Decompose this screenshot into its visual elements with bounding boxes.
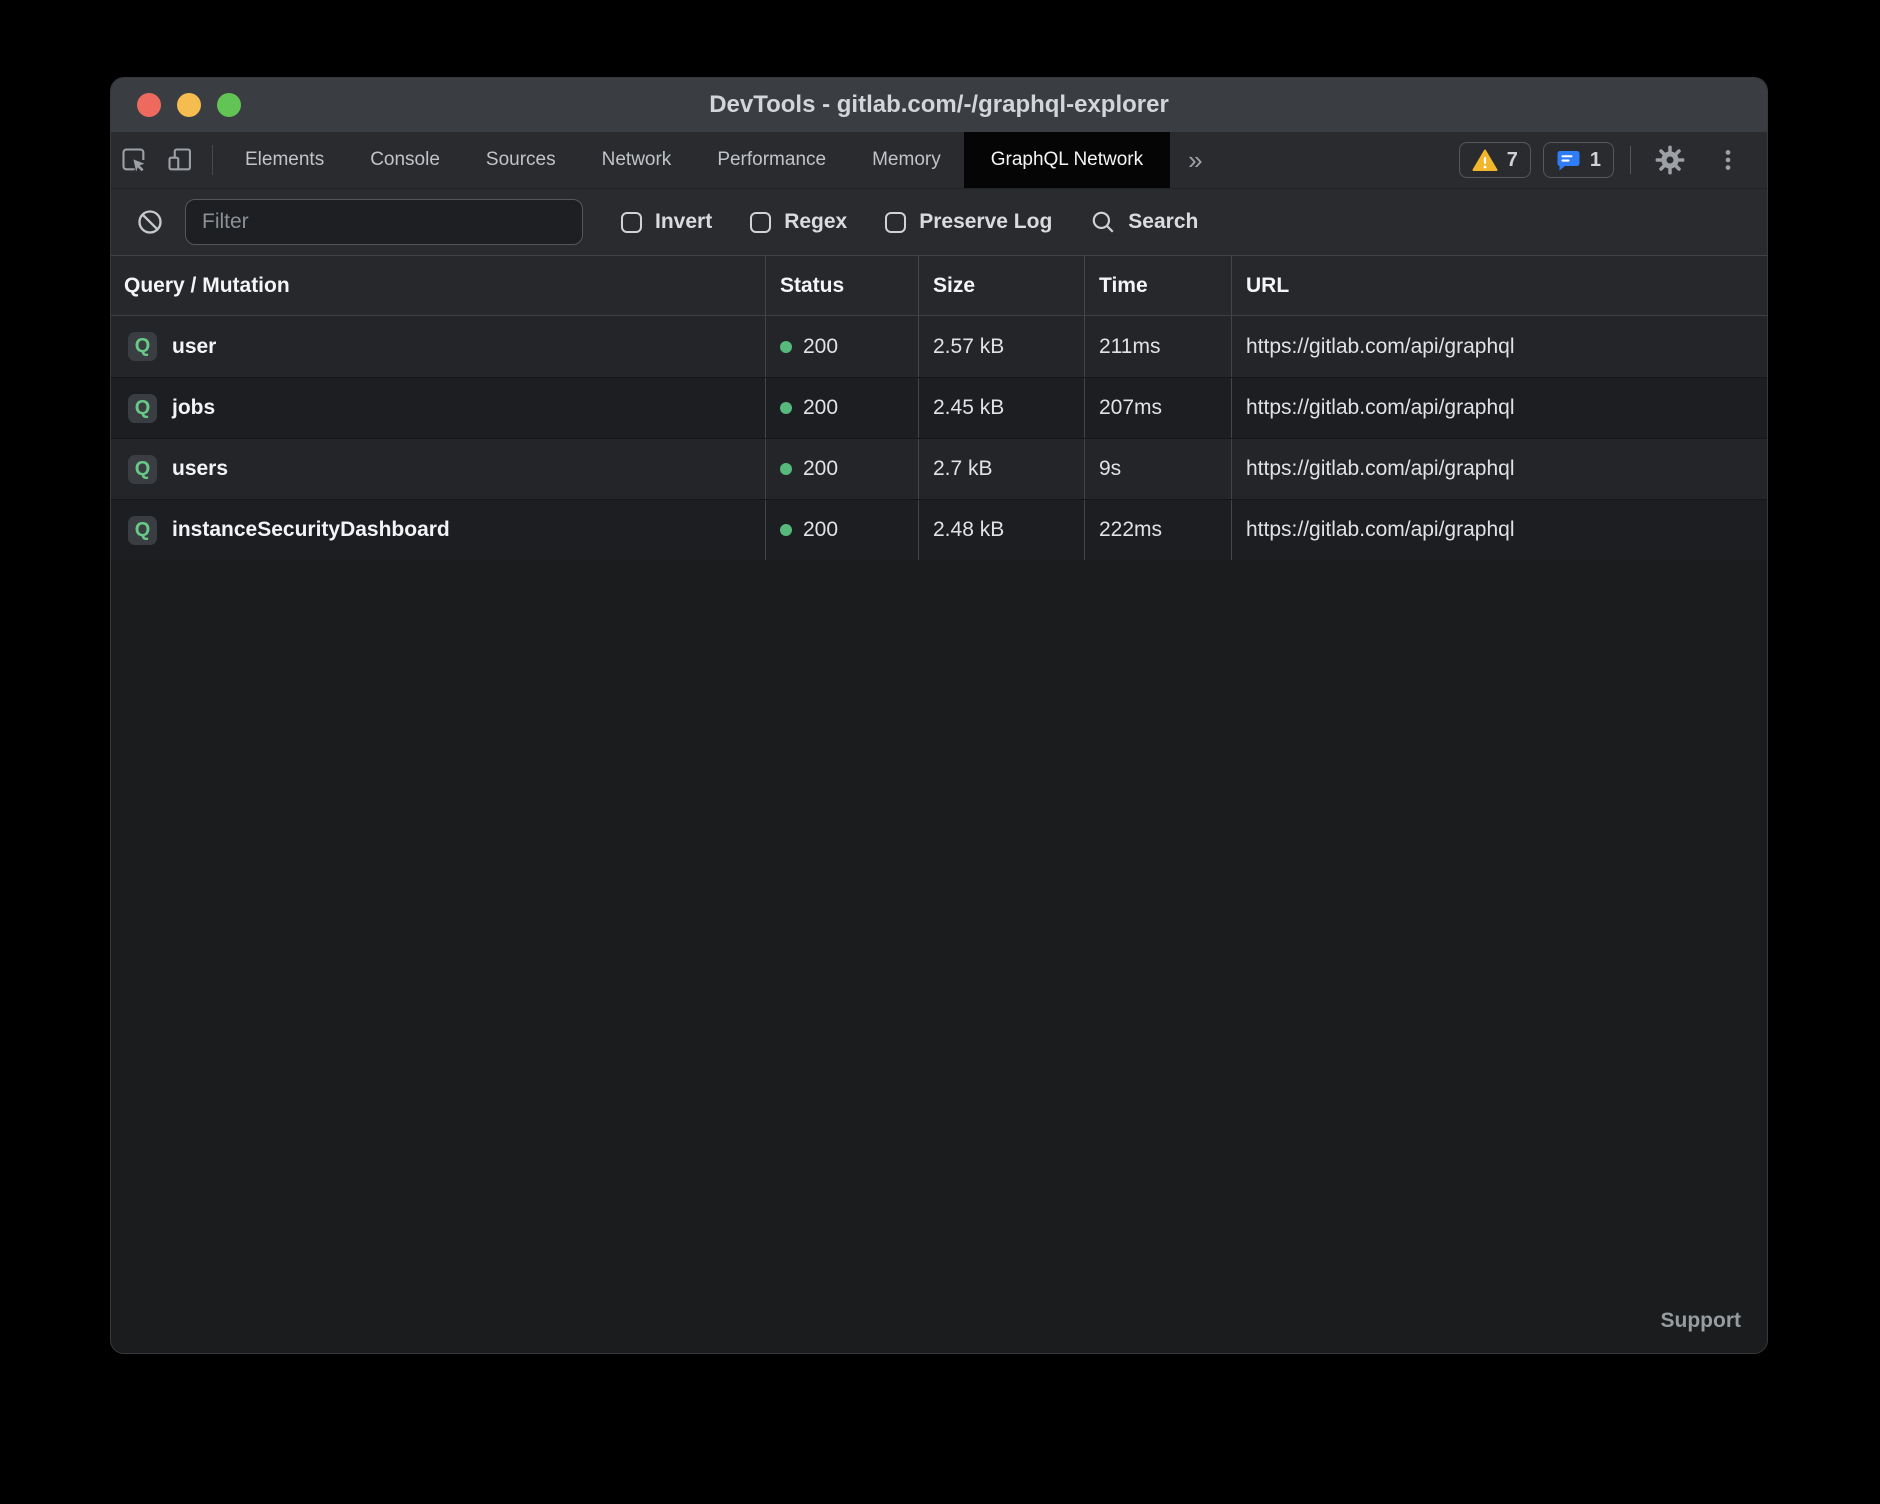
tabbar-separator (212, 145, 213, 175)
status-code: 200 (803, 335, 838, 359)
search-label: Search (1128, 210, 1198, 234)
chevron-double-right-icon: » (1188, 145, 1202, 176)
filter-input[interactable] (185, 199, 583, 245)
request-size: 2.7 kB (933, 457, 993, 481)
status-code: 200 (803, 457, 838, 481)
tabbar-right-controls: 7 1 (1459, 132, 1767, 188)
request-time: 207ms (1099, 396, 1162, 420)
query-type-badge: Q (128, 394, 157, 423)
close-window-button[interactable] (137, 93, 161, 117)
more-options-button[interactable] (1705, 147, 1751, 173)
messages-count: 1 (1590, 149, 1601, 172)
messages-badge[interactable]: 1 (1543, 142, 1614, 178)
tab-sources[interactable]: Sources (463, 132, 579, 188)
invert-label: Invert (655, 210, 712, 234)
status-ok-dot (780, 524, 792, 536)
support-link[interactable]: Support (1661, 1309, 1741, 1333)
request-url: https://gitlab.com/api/graphql (1246, 518, 1515, 542)
preserve-log-checkbox[interactable] (885, 212, 906, 233)
preserve-log-checkbox-group[interactable]: Preserve Log (885, 210, 1052, 234)
traffic-lights (137, 78, 241, 132)
inspect-cursor-icon (120, 146, 148, 174)
more-tabs-button[interactable]: » (1170, 132, 1220, 188)
query-name: instanceSecurityDashboard (172, 518, 450, 542)
regex-label: Regex (784, 210, 847, 234)
tab-network[interactable]: Network (579, 132, 695, 188)
filter-toolbar: Invert Regex Preserve Log Search (111, 188, 1767, 256)
toggle-device-toolbar-button[interactable] (157, 132, 203, 188)
tab-graphql-network[interactable]: GraphQL Network (964, 132, 1170, 188)
query-type-badge: Q (128, 332, 157, 361)
title-bar: DevTools - gitlab.com/-/graphql-explorer (111, 78, 1767, 132)
regex-checkbox-group[interactable]: Regex (750, 210, 847, 234)
warning-triangle-icon (1472, 149, 1498, 172)
devtools-tab-bar: Elements Console Sources Network Perform… (111, 132, 1767, 188)
status-ok-dot (780, 463, 792, 475)
request-time: 211ms (1099, 335, 1160, 359)
request-size: 2.57 kB (933, 335, 1004, 359)
request-time: 222ms (1099, 518, 1162, 542)
tab-console[interactable]: Console (347, 132, 463, 188)
clear-requests-button[interactable] (136, 208, 164, 236)
device-toolbar-icon (166, 146, 194, 174)
column-header-status[interactable]: Status (765, 256, 918, 315)
preserve-log-label: Preserve Log (919, 210, 1052, 234)
invert-checkbox-group[interactable]: Invert (621, 210, 712, 234)
tab-elements[interactable]: Elements (222, 132, 347, 188)
window-title: DevTools - gitlab.com/-/graphql-explorer (709, 91, 1169, 119)
status-code: 200 (803, 396, 838, 420)
table-row[interactable]: Q instanceSecurityDashboard 200 2.48 kB … (111, 499, 1767, 560)
vertical-dots-icon (1715, 147, 1741, 173)
tab-memory[interactable]: Memory (849, 132, 964, 188)
table-row[interactable]: Q jobs 200 2.45 kB 207ms https://gitlab.… (111, 377, 1767, 438)
status-ok-dot (780, 341, 792, 353)
tab-performance[interactable]: Performance (694, 132, 849, 188)
invert-checkbox[interactable] (621, 212, 642, 233)
gear-icon (1654, 144, 1686, 176)
column-header-time[interactable]: Time (1084, 256, 1231, 315)
request-time: 9s (1099, 457, 1121, 481)
badge-separator (1630, 146, 1631, 174)
query-name: users (172, 457, 228, 481)
request-url: https://gitlab.com/api/graphql (1246, 396, 1515, 420)
regex-checkbox[interactable] (750, 212, 771, 233)
column-header-url[interactable]: URL (1231, 256, 1767, 315)
query-name: user (172, 335, 216, 359)
column-header-query-mutation[interactable]: Query / Mutation (111, 256, 765, 315)
warnings-count: 7 (1507, 149, 1518, 172)
empty-request-area: Support (111, 560, 1767, 1353)
query-name: jobs (172, 396, 215, 420)
table-row[interactable]: Q users 200 2.7 kB 9s https://gitlab.com… (111, 438, 1767, 499)
warnings-badge[interactable]: 7 (1459, 142, 1531, 178)
table-header: Query / Mutation Status Size Time URL (111, 256, 1767, 316)
zoom-window-button[interactable] (217, 93, 241, 117)
search-icon (1090, 209, 1116, 235)
devtools-window: DevTools - gitlab.com/-/graphql-explorer… (110, 77, 1768, 1354)
inspect-element-button[interactable] (111, 132, 157, 188)
status-code: 200 (803, 518, 838, 542)
settings-button[interactable] (1647, 144, 1693, 176)
speech-bubble-icon (1556, 148, 1581, 173)
table-row[interactable]: Q user 200 2.57 kB 211ms https://gitlab.… (111, 316, 1767, 377)
request-list: Q user 200 2.57 kB 211ms https://gitlab.… (111, 316, 1767, 560)
search-button[interactable]: Search (1090, 209, 1198, 235)
request-url: https://gitlab.com/api/graphql (1246, 335, 1515, 359)
request-url: https://gitlab.com/api/graphql (1246, 457, 1515, 481)
ban-circle-icon (136, 208, 164, 236)
request-size: 2.45 kB (933, 396, 1004, 420)
request-size: 2.48 kB (933, 518, 1004, 542)
column-header-size[interactable]: Size (918, 256, 1084, 315)
query-type-badge: Q (128, 516, 157, 545)
minimize-window-button[interactable] (177, 93, 201, 117)
query-type-badge: Q (128, 455, 157, 484)
status-ok-dot (780, 402, 792, 414)
